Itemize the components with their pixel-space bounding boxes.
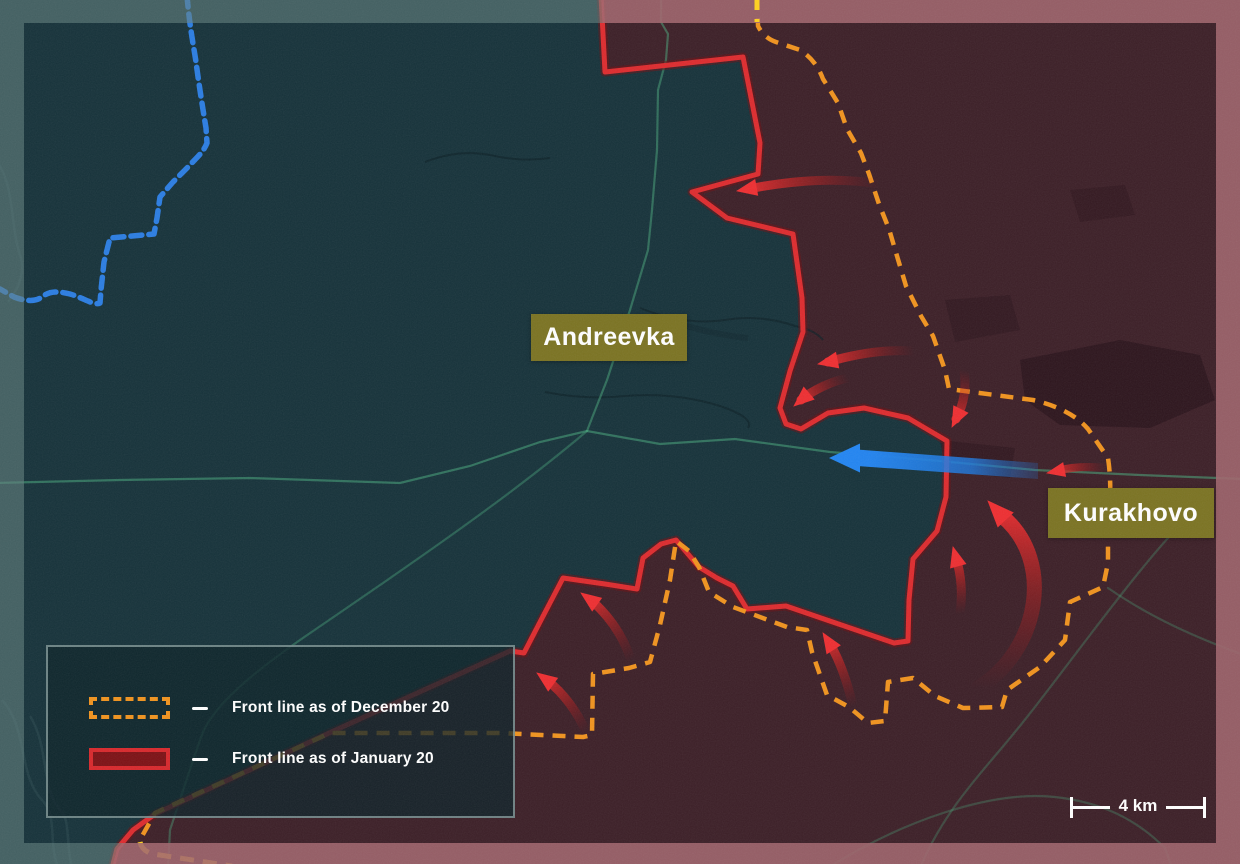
map-legend: Front line as of December 20 Front line … xyxy=(46,645,515,818)
legend-item-january: Front line as of January 20 xyxy=(89,747,501,771)
legend-dash xyxy=(192,707,208,710)
scale-bar-line xyxy=(1073,806,1110,809)
december-line-swatch xyxy=(89,697,170,719)
legend-label: Front line as of December 20 xyxy=(232,699,450,717)
legend-label: Front line as of January 20 xyxy=(232,750,434,768)
scale-bar-line xyxy=(1166,806,1203,809)
place-label-andreevka: Andreevka xyxy=(531,314,687,361)
war-map: Front line as of December 20 Front line … xyxy=(0,0,1240,864)
january-line-swatch xyxy=(89,748,170,770)
scale-bar: 4 km xyxy=(1070,794,1206,820)
legend-item-december: Front line as of December 20 xyxy=(89,696,501,720)
legend-dash xyxy=(192,758,208,761)
scale-bar-right-tick xyxy=(1203,797,1206,818)
scale-bar-label: 4 km xyxy=(1119,796,1158,816)
place-label-kurakhovo: Kurakhovo xyxy=(1048,488,1214,538)
